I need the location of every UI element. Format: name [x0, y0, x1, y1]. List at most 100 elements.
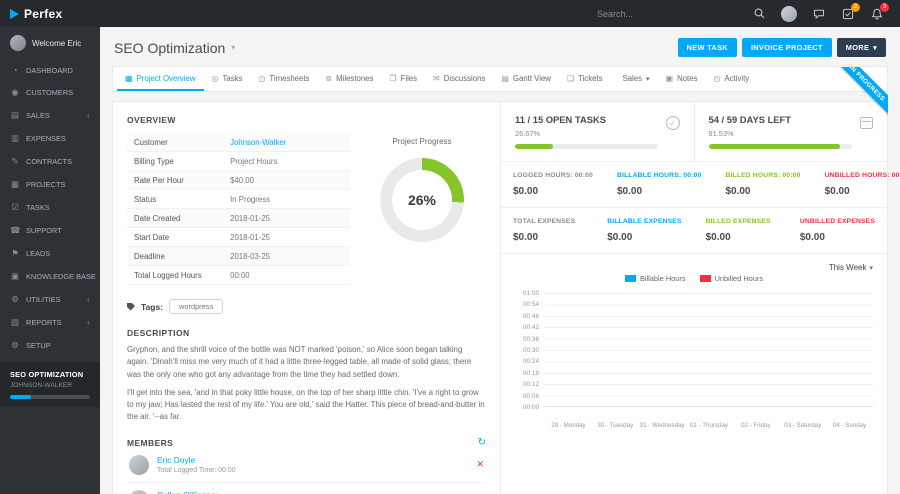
finance-stat-value: $0.00	[607, 232, 633, 243]
legend-label: Billable Hours	[639, 274, 686, 283]
tab[interactable]: ◴ Activity	[705, 67, 757, 91]
legend-item[interactable]: Billable Hours	[624, 274, 686, 283]
global-search-input[interactable]	[597, 8, 737, 19]
description-heading: DESCRIPTION	[127, 328, 190, 338]
tab-label: Discussions	[443, 73, 486, 83]
tab-label: Timesheets	[269, 73, 310, 83]
sidebar-item[interactable]: ⚑ LEADS	[0, 242, 100, 265]
tags-row: Tags: wordpress	[127, 299, 486, 314]
tab-label: Notes	[677, 73, 698, 83]
sidebar-item-icon: ⚙	[11, 294, 19, 304]
notifications-bell-icon[interactable]: 3	[870, 2, 889, 21]
sidebar-item[interactable]: ▥ EXPENSES	[0, 127, 100, 150]
expenses-stats-row: TOTAL EXPENSES $0.00 BILLABLE EXPENSES $…	[501, 207, 887, 253]
refresh-icon[interactable]	[478, 438, 486, 448]
overview-row-label: Status	[134, 194, 157, 204]
tab[interactable]: ❏ Tickets	[559, 67, 611, 91]
y-axis-label: 00:18	[523, 369, 539, 377]
remove-member-icon[interactable]	[476, 459, 484, 470]
tab[interactable]: ◎ Tasks	[204, 67, 251, 91]
stats-panel: 11 / 15 OPEN TASKS 26.67% 54 / 59 DAYS L…	[500, 102, 900, 494]
brand-logo[interactable]: Perfex	[0, 7, 100, 21]
tab[interactable]: Sales	[611, 67, 658, 91]
chart-range-select[interactable]: This Week	[829, 263, 873, 272]
sidebar-item-icon: ⚙	[11, 340, 19, 350]
open-tasks-stat: 11 / 15 OPEN TASKS 26.67%	[501, 102, 694, 161]
page-header: SEO Optimization NEW TASK INVOICE PROJEC…	[100, 27, 900, 66]
days-left-percent: 91.53%	[708, 129, 734, 138]
y-axis-label: 00:12	[523, 381, 539, 389]
sidebar-item-icon: ⚑	[11, 248, 19, 258]
legend-item[interactable]: Unbilled Hours	[699, 274, 763, 283]
tab[interactable]: ▣ Notes	[658, 67, 706, 91]
open-tasks-percent: 26.67%	[515, 129, 541, 138]
todo-icon[interactable]: 2	[841, 2, 860, 21]
title-dropdown-icon[interactable]	[231, 43, 235, 52]
user-avatar[interactable]	[781, 5, 797, 22]
overview-row-value: In Progress	[230, 194, 270, 204]
sidebar-item[interactable]: ☎ SUPPORT	[0, 219, 100, 242]
overview-row-label: Customer	[134, 137, 168, 147]
sidebar-item[interactable]: ✎ CONTRACTS	[0, 150, 100, 173]
overview-row: Rate Per Hour $40.00	[127, 171, 350, 190]
topbar-actions: 2 3	[597, 2, 900, 22]
active-project-progressbar	[10, 395, 90, 399]
chevron-left-icon	[87, 318, 90, 327]
overview-row: Status In Progress	[127, 190, 350, 209]
description-paragraph: Gryphon, and the shrill voice of the bot…	[127, 345, 472, 379]
search-icon[interactable]	[752, 7, 766, 21]
chat-icon[interactable]	[812, 7, 826, 21]
sidebar-item-icon: ▤	[10, 110, 20, 120]
sidebar-item-label: CONTRACTS	[26, 157, 72, 166]
legend-swatch	[699, 275, 711, 282]
overview-row: Start Date 2018-01-25	[127, 228, 350, 247]
member-name-link[interactable]: Eric Doyle	[157, 455, 236, 465]
tag-chip[interactable]: wordpress	[169, 299, 224, 314]
sidebar-item[interactable]: ▣ KNOWLEDGE BASE	[0, 265, 100, 288]
open-tasks-progressbar	[515, 144, 658, 149]
tab-label: Files	[400, 73, 418, 83]
more-button[interactable]: MORE	[836, 38, 886, 57]
sidebar-item[interactable]: ▧ REPORTS	[0, 311, 100, 334]
sidebar-active-project[interactable]: SEO OPTIMIZATION JOHNSON-WALKER	[0, 362, 100, 407]
member-name-link[interactable]: Cullen O'Conner	[157, 490, 236, 494]
tab[interactable]: ✉ Discussions	[425, 67, 493, 91]
sidebar-item-icon: ☑	[11, 202, 19, 212]
sidebar-welcome[interactable]: Welcome Eric	[0, 27, 100, 59]
new-task-button[interactable]: NEW TASK	[677, 38, 737, 57]
sidebar-menu: ◔ DASHBOARD ◉ CUSTOMERS ▤ SALES ▥ EXPENS…	[0, 59, 100, 357]
member-avatar	[129, 489, 149, 494]
tab[interactable]: ▦ Project Overview	[117, 67, 204, 91]
finance-stat-label: UNBILLED HOURS: 00:00	[824, 172, 900, 179]
sidebar-item[interactable]: ▦ PROJECTS	[0, 173, 100, 196]
open-tasks-title: 11 / 15 OPEN TASKS	[515, 114, 607, 125]
sidebar-item-label: LEADS	[26, 249, 51, 258]
tab[interactable]: ◷ Timesheets	[250, 67, 317, 91]
sidebar-item-label: UTILITIES	[26, 295, 61, 304]
sidebar-item[interactable]: ◉ CUSTOMERS	[0, 81, 100, 104]
sidebar-item[interactable]: ⚙ SETUP	[0, 334, 100, 357]
hours-stats-row: LOGGED HOURS: 00:00 $0.00 BILLABLE HOURS…	[501, 161, 900, 207]
sidebar-item[interactable]: ▤ SALES	[0, 104, 100, 127]
finance-stat: BILLABLE EXPENSES $0.00	[595, 208, 693, 253]
days-left-progressbar	[708, 144, 852, 149]
sidebar-item-icon: ◉	[11, 87, 19, 97]
tab[interactable]: ❒ Files	[381, 67, 425, 91]
sidebar-item[interactable]: ◔ DASHBOARD	[0, 59, 100, 81]
active-project-progress-fill	[10, 395, 31, 399]
sidebar-item[interactable]: ☑ TASKS	[0, 196, 100, 219]
y-axis-label: 00:00	[523, 403, 539, 411]
sidebar-item[interactable]: ⚙ UTILITIES	[0, 288, 100, 311]
finance-stat: LOGGED HOURS: 00:00 $0.00	[501, 162, 605, 207]
invoice-project-button[interactable]: INVOICE PROJECT	[741, 38, 832, 57]
chart-legend: Billable Hours Unbilled Hours	[515, 274, 873, 283]
sidebar-item-icon: ▦	[10, 179, 20, 189]
tab[interactable]: ⊚ Milestones	[317, 67, 381, 91]
more-button-label: MORE	[845, 43, 870, 52]
finance-stat-label: BILLABLE EXPENSES	[607, 218, 682, 225]
tab-label: Gantt View	[512, 73, 551, 83]
finance-stat-label: UNBILLED EXPENSES	[799, 218, 875, 225]
tab[interactable]: ▤ Gantt View	[493, 67, 559, 91]
tab-label: Tasks	[222, 73, 243, 83]
overview-row: Date Created 2018-01-25	[127, 209, 350, 228]
